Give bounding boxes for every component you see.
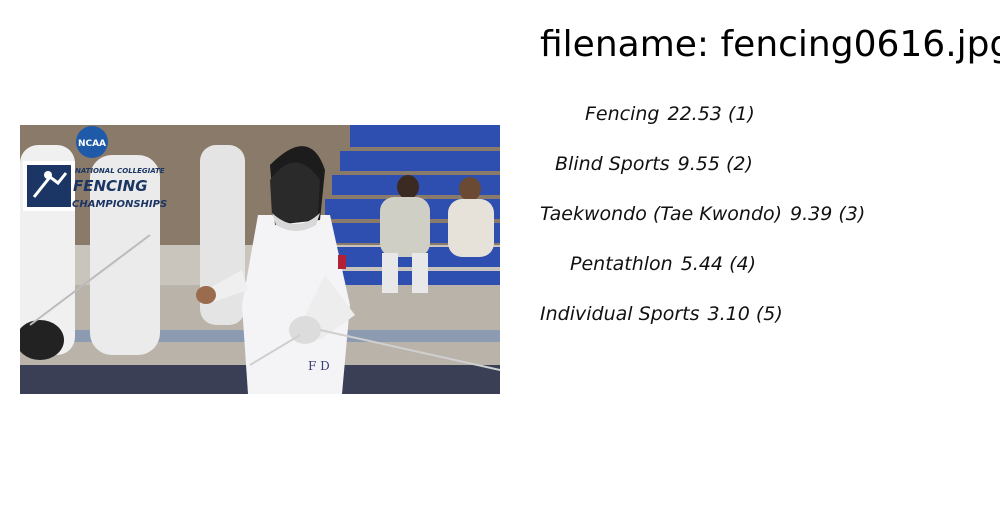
prediction-3: Taekwondo (Tae Kwondo) 9.39 (3): [540, 203, 865, 225]
prediction-label: Taekwondo (Tae Kwondo): [540, 203, 783, 225]
prediction-5: Individual Sports 3.10 (5): [540, 303, 783, 325]
prediction-2: Blind Sports 9.55 (2): [555, 153, 753, 175]
fencing-photo-illustration: F D NCAA NATIONAL COLLEGIATE FENCING CHA…: [20, 125, 500, 394]
prediction-label: Pentathlon: [570, 253, 673, 275]
prediction-label: Blind Sports: [555, 153, 670, 175]
prediction-score: 3.10 (5): [707, 303, 783, 325]
prediction-label: Individual Sports: [540, 303, 700, 325]
prediction-score: 9.39 (3): [790, 203, 866, 225]
logo-line-championships: CHAMPIONSHIPS: [72, 199, 167, 210]
ncaa-badge-text: NCAA: [78, 139, 106, 149]
logo-line-national-collegiate: NATIONAL COLLEGIATE: [75, 167, 165, 175]
prediction-4: Pentathlon 5.44 (4): [570, 253, 756, 275]
prediction-1: Fencing 22.53 (1): [585, 103, 755, 125]
prediction-score: 9.55 (2): [677, 153, 753, 175]
logo-line-fencing: FENCING: [73, 177, 148, 195]
fencing-photo: F D NCAA NATIONAL COLLEGIATE FENCING CHA…: [20, 125, 500, 394]
prediction-label: Fencing: [585, 103, 660, 125]
jersey-letters: F D: [308, 359, 330, 373]
prediction-score: 5.44 (4): [680, 253, 756, 275]
filename-heading: filename: fencing0616.jpg: [540, 24, 1000, 65]
prediction-score: 22.53 (1): [667, 103, 755, 125]
